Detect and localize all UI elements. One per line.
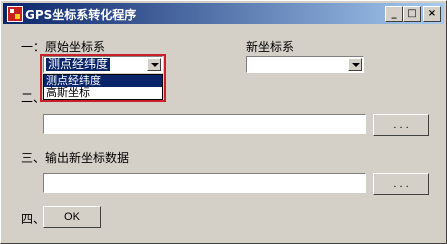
new-coord-system-label: 新坐标系 bbox=[246, 40, 295, 54]
app-icon bbox=[7, 6, 23, 22]
source-coord-combo[interactable]: 测点经纬度 bbox=[43, 56, 163, 73]
output-file-path-field[interactable] bbox=[43, 173, 366, 193]
ok-button[interactable]: OK bbox=[43, 206, 101, 228]
original-coord-system-label: 一：原始坐标系 bbox=[21, 40, 106, 54]
window-title: GPS坐标系转化程序 bbox=[25, 8, 137, 22]
close-button[interactable]: × bbox=[423, 6, 441, 22]
output-step-label: 三、输出新坐标数据 bbox=[21, 151, 130, 165]
title-bar[interactable]: GPS坐标系转化程序 _ □ × bbox=[3, 3, 444, 24]
minimize-button[interactable]: _ bbox=[385, 6, 403, 22]
dropdown-option[interactable]: 高斯坐标 bbox=[44, 87, 162, 99]
output-browse-button[interactable]: . . . bbox=[373, 173, 429, 195]
chevron-down-icon[interactable] bbox=[147, 58, 161, 71]
input-step-label: 二、 bbox=[21, 91, 46, 105]
input-browse-button[interactable]: . . . bbox=[373, 114, 429, 136]
maximize-button[interactable]: □ bbox=[403, 6, 421, 22]
run-step-label: 四、 bbox=[21, 212, 46, 226]
source-coord-selected: 测点经纬度 bbox=[46, 57, 111, 71]
chevron-down-icon[interactable] bbox=[348, 58, 362, 71]
main-window: GPS坐标系转化程序 _ □ × 一：原始坐标系 新坐标系 测点经纬度 测点经纬… bbox=[0, 0, 447, 244]
source-coord-dropdown-list: 测点经纬度 高斯坐标 bbox=[43, 74, 163, 100]
input-file-path-field[interactable] bbox=[43, 114, 366, 134]
target-coord-combo[interactable] bbox=[246, 56, 364, 73]
